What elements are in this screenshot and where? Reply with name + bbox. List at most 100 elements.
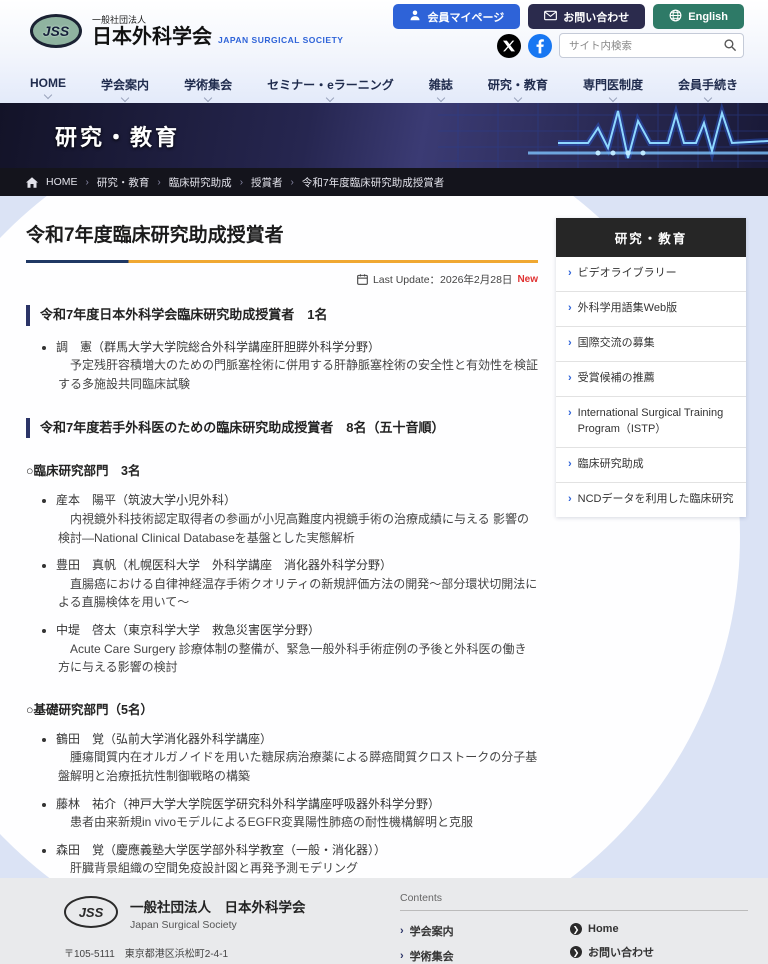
research-title: 直腸癌における自律神経温存手術クオリティの新規評価方法の開発～部分環状切開法によ… [56, 575, 538, 612]
title-divider [26, 260, 538, 263]
sidebar-item-label: 臨床研究助成 [578, 457, 644, 473]
footer-link-left-1[interactable]: ›学術集会 [400, 948, 570, 964]
chevron-right-icon: › [568, 336, 572, 352]
sidebar-item-label: 外科学用語集Web版 [578, 301, 677, 317]
breadcrumb: HOME›研究・教育›臨床研究助成›授賞者›令和7年度臨床研究助成授賞者 [0, 168, 768, 196]
sidebar-item-4[interactable]: ›International Surgical Training Program… [556, 397, 746, 448]
facebook-icon[interactable] [528, 34, 552, 58]
breadcrumb-separator: › [291, 177, 294, 188]
x-twitter-icon[interactable] [497, 34, 521, 58]
main-nav: HOME 学会案内 学術集会 セミナー・eラーニング 雑誌 研究・教育 専門医制度 会員手続き [0, 76, 768, 101]
nav-item-label: 雑誌 [429, 76, 453, 93]
awardee-item: 中堤 啓太（東京科学大学 救急災害医学分野）Acute Care Surgery… [56, 621, 538, 677]
awardee-item: 森田 覚（慶應義塾大学医学部外科学教室（一般・消化器））肝臓背景組織の空間免疫設… [56, 841, 538, 878]
awardee-name-line: 鶴田 覚（弘前大学消化器外科学講座） [56, 730, 538, 749]
person-icon [409, 9, 421, 24]
nav-item-1[interactable]: 学会案内 [101, 76, 149, 101]
breadcrumb-item-4[interactable]: 令和7年度臨床研究助成授賞者 [302, 175, 444, 190]
footer-link-right-0[interactable]: ❯Home [570, 923, 740, 935]
sidebar-item-label: NCDデータを利用した臨床研究 [578, 492, 734, 508]
subsection-label-0: ○臨床研究部門 3名 [26, 460, 538, 479]
org-name-block: 一般社団法人 日本外科学会 JAPAN SURGICAL SOCIETY [92, 13, 343, 48]
calendar-icon [357, 274, 368, 285]
nav-item-7[interactable]: 会員手続き [678, 76, 738, 101]
sidebar-title: 研究・教育 [556, 218, 746, 257]
header-button-2[interactable]: English [653, 4, 744, 29]
research-title: Acute Care Surgery 診療体制の整備が、緊急一般外科手術症例の予… [56, 640, 538, 677]
breadcrumb-item-0[interactable]: HOME [46, 176, 78, 188]
new-badge: New [517, 274, 538, 285]
sidebar-menu: 研究・教育 › ビデオライブラリー › 外科学用語集Web版 › 国際交流の募集 › 受賞候補… [556, 218, 746, 517]
sidebar-item-0[interactable]: › ビデオライブラリー [556, 257, 746, 292]
section2-body: ○臨床研究部門 3名産本 陽平（筑波大学小児外科）内視鏡外科技術認定取得者の参画… [26, 460, 538, 878]
footer-link-label: 学会案内 [410, 923, 454, 939]
mail-icon [544, 10, 557, 24]
breadcrumb-separator: › [157, 177, 160, 188]
header-button-label: English [688, 11, 728, 23]
header-button-label: 会員マイページ [427, 9, 504, 25]
chevron-down-icon [204, 94, 212, 102]
header-button-0[interactable]: 会員マイページ [393, 4, 520, 29]
header-buttons: 会員マイページ お問い合わせ English [393, 4, 744, 29]
globe-icon [669, 9, 682, 25]
footer-link-right-1[interactable]: ❯お問い合わせ [570, 944, 740, 960]
nav-item-3[interactable]: セミナー・eラーニング [267, 76, 394, 101]
footer-link-left-0[interactable]: ›学会案内 [400, 923, 570, 939]
breadcrumb-separator: › [240, 177, 243, 188]
breadcrumb-item-3[interactable]: 授賞者 [251, 175, 283, 190]
sidebar-items: › ビデオライブラリー › 外科学用語集Web版 › 国際交流の募集 › 受賞候補の推薦 ›In… [556, 257, 746, 517]
awardee-name-line: 産本 陽平（筑波大学小児外科） [56, 491, 538, 510]
nav-item-4[interactable]: 雑誌 [429, 76, 453, 101]
header-button-label: お問い合わせ [563, 9, 629, 25]
breadcrumb-item-1[interactable]: 研究・教育 [97, 175, 150, 190]
jss-logo-icon: JSS [30, 14, 82, 48]
sidebar-item-label: ビデオライブラリー [578, 266, 677, 282]
hero-banner: 研究・教育 [0, 103, 768, 168]
footer-contents-label: Contents [400, 892, 748, 911]
chevron-down-icon [609, 94, 617, 102]
awardee-item: 豊田 真帆（札幌医科大学 外科学講座 消化器外科学分野）直腸癌における自律神経温… [56, 556, 538, 612]
site-search [559, 33, 744, 58]
breadcrumb-item-2[interactable]: 臨床研究助成 [169, 175, 232, 190]
awardee-name-line: 藤林 祐介（神戸大学大学院医学研究科外科学講座呼吸器外科学分野） [56, 795, 538, 814]
sidebar-item-5[interactable]: ›臨床研究助成 [556, 448, 746, 483]
header-button-1[interactable]: お問い合わせ [528, 4, 645, 29]
section1-heading: 令和7年度日本外科学会臨床研究助成授賞者 1名 [26, 305, 538, 326]
chevron-right-icon: › [568, 492, 572, 508]
ecg-graphic [438, 103, 768, 168]
nav-item-label: HOME [30, 76, 66, 90]
nav-item-label: 学会案内 [101, 76, 149, 93]
footer-link-label: お問い合わせ [588, 944, 654, 960]
awardee-item: 調 憲（群馬大学大学院総合外科学講座肝胆膵外科学分野）予定残肝容積増大のための門… [56, 338, 538, 394]
nav-item-label: 専門医制度 [583, 76, 643, 93]
nav-item-5[interactable]: 研究・教育 [488, 76, 548, 101]
chevron-down-icon [514, 94, 522, 102]
chevron-right-icon: › [568, 266, 572, 282]
footer-org-name: 一般社団法人 日本外科学会 [130, 896, 306, 916]
nav-item-6[interactable]: 専門医制度 [583, 76, 643, 101]
social-search [497, 33, 744, 58]
subsection-entries-0: 産本 陽平（筑波大学小児外科）内視鏡外科技術認定取得者の参画が小児高難度内視鏡手… [26, 491, 538, 676]
sidebar-item-label: 国際交流の募集 [578, 336, 655, 352]
sidebar-item-1[interactable]: › 外科学用語集Web版 [556, 292, 746, 327]
last-update-text: Last Update：2026年2月28日 [373, 272, 513, 287]
sidebar-item-label: 受賞候補の推薦 [578, 371, 655, 387]
sidebar-item-6[interactable]: › NCDデータを利用した臨床研究 [556, 483, 746, 517]
section2-heading: 令和7年度若手外科医のための臨床研究助成授賞者 8名（五十音順） [26, 418, 538, 439]
jss-logo-text: JSS [43, 23, 69, 39]
search-input[interactable] [559, 33, 744, 58]
nav-item-0[interactable]: HOME [30, 76, 66, 101]
site-logo[interactable]: JSS 一般社団法人 日本外科学会 JAPAN SURGICAL SOCIETY [30, 13, 343, 48]
footer-org-name-en: Japan Surgical Society [130, 919, 306, 931]
corp-type: 一般社団法人 [92, 13, 343, 26]
awardee-name-line: 森田 覚（慶應義塾大学医学部外科学教室（一般・消化器）） [56, 841, 538, 860]
chevron-right-icon: › [568, 301, 572, 317]
search-icon[interactable] [723, 38, 737, 57]
awardee-item: 鶴田 覚（弘前大学消化器外科学講座）腫瘍間質内在オルガノイドを用いた糖尿病治療薬… [56, 730, 538, 786]
sidebar-item-3[interactable]: › 受賞候補の推薦 [556, 362, 746, 397]
footer-jss-logo-icon: JSS [64, 896, 118, 928]
research-title: 肝臓背景組織の空間免疫設計図と再発予測モデリング [56, 859, 538, 878]
sidebar-item-2[interactable]: › 国際交流の募集 [556, 327, 746, 362]
nav-item-2[interactable]: 学術集会 [184, 76, 232, 101]
chevron-right-icon: › [568, 371, 572, 387]
